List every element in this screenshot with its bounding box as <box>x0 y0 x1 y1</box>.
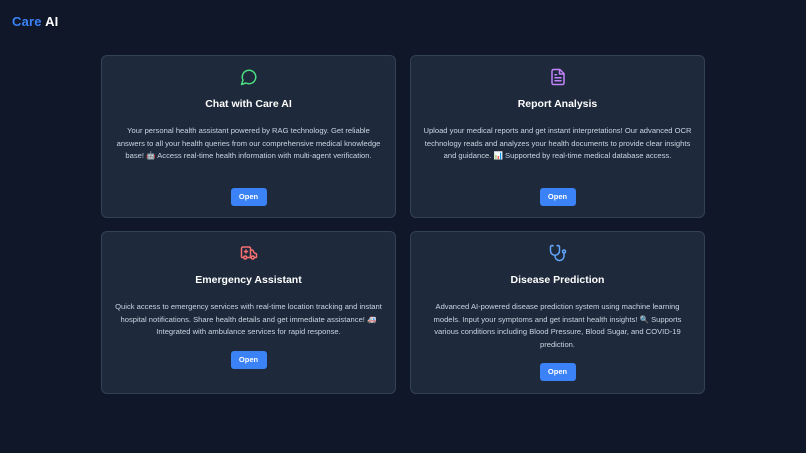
card-chat: Chat with Care AI Your personal health a… <box>101 55 396 218</box>
open-chat-button[interactable]: Open <box>230 188 267 206</box>
document-icon <box>549 68 567 86</box>
app-logo[interactable]: Care AI <box>12 14 58 29</box>
app-window: Care AI Chat with Care AI Your personal … <box>0 0 806 453</box>
card-title: Disease Prediction <box>510 274 605 286</box>
open-report-analysis-button[interactable]: Open <box>539 188 576 206</box>
card-disease-prediction: Disease Prediction Advanced AI-powered d… <box>410 231 705 394</box>
card-report-analysis: Report Analysis Upload your medical repo… <box>410 55 705 218</box>
card-description: Your personal health assistant powered b… <box>116 126 381 160</box>
stethoscope-icon <box>549 244 567 262</box>
card-title: Chat with Care AI <box>205 98 292 110</box>
card-description: Upload your medical reports and get inst… <box>423 126 692 160</box>
brand-name-part1: Care <box>12 14 42 29</box>
card-title: Emergency Assistant <box>195 274 302 286</box>
card-title: Report Analysis <box>517 98 598 110</box>
brand-name-part2: AI <box>45 14 59 29</box>
chat-bubble-icon <box>240 68 258 86</box>
card-description: Quick access to emergency services with … <box>115 302 382 336</box>
card-emergency-assistant: Emergency Assistant Quick access to emer… <box>101 231 396 394</box>
ambulance-icon <box>240 244 258 262</box>
open-disease-prediction-button[interactable]: Open <box>539 363 576 381</box>
card-description: Advanced AI-powered disease prediction s… <box>433 302 682 349</box>
open-emergency-assistant-button[interactable]: Open <box>230 351 267 369</box>
